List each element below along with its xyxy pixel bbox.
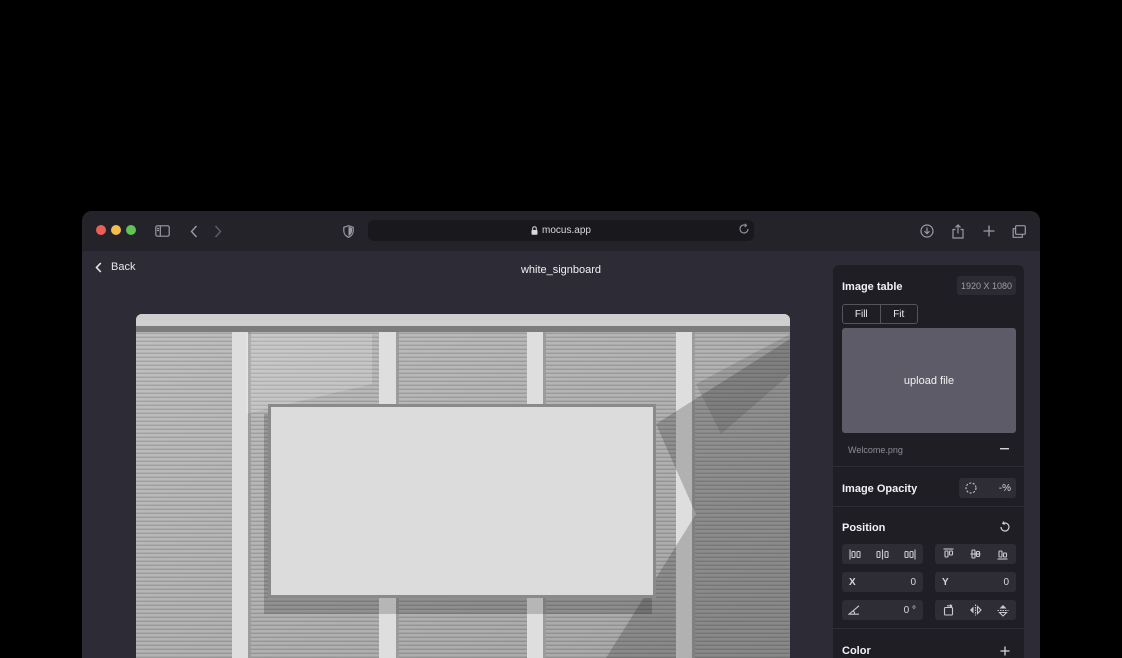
- share-icon[interactable]: [948, 221, 968, 241]
- remove-file-button[interactable]: [997, 443, 1011, 455]
- angle-icon: [848, 605, 860, 615]
- new-tab-icon[interactable]: [979, 221, 999, 241]
- privacy-shield-icon[interactable]: [338, 221, 358, 241]
- y-value: 0: [1003, 576, 1009, 588]
- align-right-icon[interactable]: [896, 549, 923, 560]
- upload-file-label: upload file: [903, 374, 955, 387]
- divider: [833, 628, 1024, 629]
- fill-button[interactable]: Fill: [843, 305, 880, 323]
- reset-position-icon[interactable]: [997, 519, 1013, 535]
- vertical-align-group: [935, 544, 1016, 564]
- reload-icon[interactable]: [738, 223, 750, 235]
- divider: [833, 506, 1024, 507]
- color-title: Color: [842, 645, 871, 657]
- flip-vertical-icon[interactable]: [989, 604, 1016, 617]
- mockup-canvas[interactable]: [136, 314, 790, 658]
- align-middle-v-icon[interactable]: [962, 548, 989, 560]
- align-left-icon[interactable]: [842, 549, 869, 560]
- align-bottom-icon[interactable]: [989, 548, 1016, 560]
- transform-group: [935, 600, 1016, 620]
- rotation-value: 0 °: [903, 604, 916, 616]
- position-title: Position: [842, 522, 886, 534]
- uploaded-filename: Welcome.png: [848, 445, 903, 455]
- opacity-field[interactable]: -%: [959, 478, 1016, 498]
- mockup-preview-image: [136, 314, 790, 658]
- opacity-value: -%: [998, 482, 1011, 494]
- downloads-icon[interactable]: [917, 221, 937, 241]
- align-top-icon[interactable]: [935, 548, 962, 560]
- x-label: X: [849, 576, 856, 588]
- opacity-icon: [965, 482, 977, 494]
- browser-toolbar: mocus.app: [82, 211, 1040, 251]
- minimize-window-button[interactable]: [111, 225, 121, 235]
- image-table-title: Image table: [842, 281, 903, 293]
- nav-forward-icon[interactable]: [208, 221, 228, 241]
- upload-file-dropzone[interactable]: upload file: [842, 328, 1016, 433]
- add-color-button[interactable]: [998, 644, 1012, 658]
- address-bar-url: mocus.app: [542, 225, 591, 236]
- fit-button[interactable]: Fit: [879, 305, 918, 323]
- nav-back-icon[interactable]: [184, 221, 204, 241]
- divider: [833, 466, 1024, 467]
- align-center-h-icon[interactable]: [869, 549, 896, 560]
- minus-icon: [999, 448, 1009, 450]
- flip-horizontal-icon[interactable]: [962, 604, 989, 616]
- x-position-field[interactable]: X 0: [842, 572, 923, 592]
- sidebar-toggle-icon[interactable]: [152, 221, 172, 241]
- fill-fit-toggle: Fill Fit: [842, 304, 918, 324]
- resolution-badge: 1920 X 1080: [957, 276, 1016, 295]
- properties-panel: Image table 1920 X 1080 Fill Fit upload …: [833, 265, 1024, 658]
- x-value: 0: [910, 576, 916, 588]
- y-position-field[interactable]: Y 0: [935, 572, 1016, 592]
- address-bar[interactable]: mocus.app: [368, 220, 754, 241]
- rotate-icon[interactable]: [935, 604, 962, 616]
- lock-icon: [531, 226, 538, 235]
- maximize-window-button[interactable]: [126, 225, 136, 235]
- browser-window: mocus.app Back white_signboard Image tab…: [82, 211, 1040, 658]
- image-opacity-title: Image Opacity: [842, 483, 918, 495]
- editor-area: Back white_signboard Image table 1920 X …: [82, 251, 1040, 658]
- horizontal-align-group: [842, 544, 923, 564]
- rotation-field[interactable]: 0 °: [842, 600, 923, 620]
- tab-overview-icon[interactable]: [1009, 221, 1029, 241]
- close-window-button[interactable]: [96, 225, 106, 235]
- plus-icon: [1000, 646, 1010, 656]
- y-label: Y: [942, 576, 949, 588]
